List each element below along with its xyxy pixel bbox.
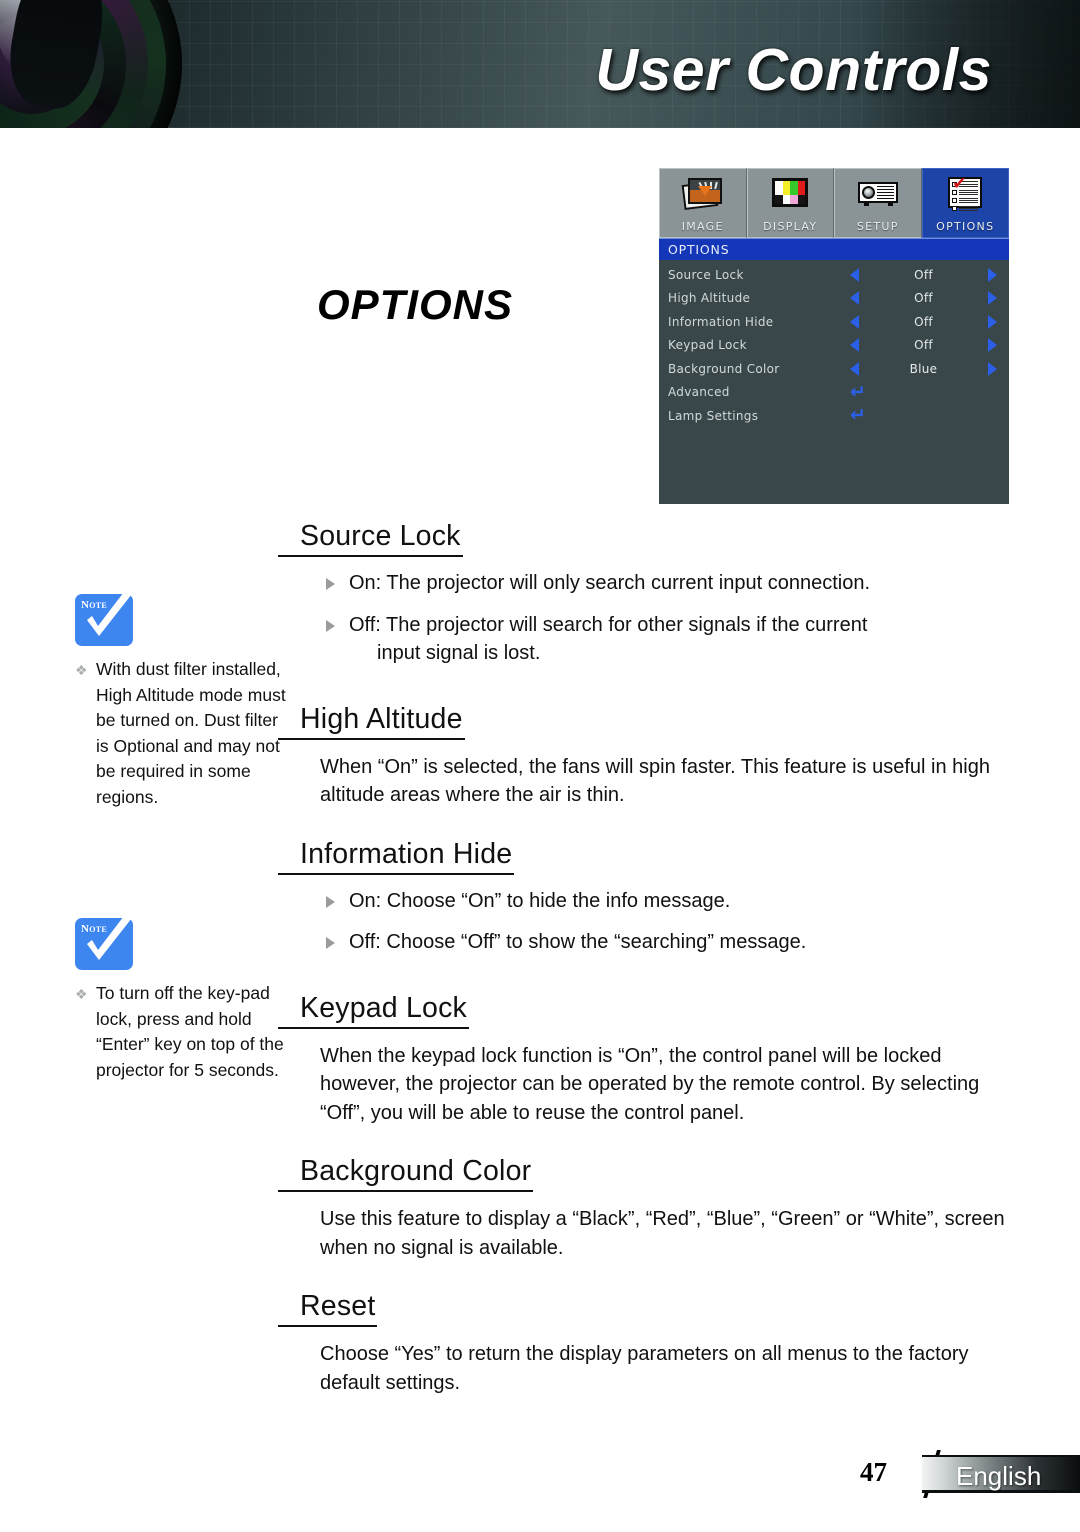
osd-tab-bar: IMAGE DISPLAY SETUP ✔ OPTIONS: [659, 168, 1009, 238]
left-arrow-icon[interactable]: [850, 338, 859, 353]
right-arrow-icon[interactable]: [988, 361, 997, 376]
projector-lens-icon: [0, 0, 182, 128]
section-paragraph: Use this feature to display a “Black”, “…: [320, 1208, 1005, 1259]
section-information-hide: Information Hide On: Choose “On” to hide…: [278, 838, 1010, 957]
right-arrow-icon[interactable]: [988, 338, 997, 353]
section-paragraph: When the keypad lock function is “On”, t…: [320, 1044, 980, 1124]
bullet-text: Off: Choose “Off” to show the “searching…: [349, 931, 807, 953]
note-text: With dust filter installed, High Altitud…: [96, 659, 286, 807]
diamond-bullet-icon: ❖: [75, 986, 88, 1002]
osd-tab-label: SETUP: [856, 220, 899, 233]
page-header: User Controls: [0, 0, 1080, 128]
osd-row-list: Source Lock Off High Altitude Off Inform…: [659, 260, 1009, 428]
note-callout: NOTE ❖ With dust filter installed, High …: [75, 588, 290, 810]
osd-row[interactable]: Source Lock Off: [659, 263, 1009, 287]
note-check-icon: NOTE: [75, 912, 137, 970]
left-arrow-icon[interactable]: [850, 291, 859, 306]
triangle-bullet-icon: [326, 619, 335, 632]
enter-icon[interactable]: ↵: [850, 406, 866, 425]
osd-row[interactable]: High Altitude Off: [659, 287, 1009, 311]
osd-row-value: Blue: [909, 361, 938, 376]
section-source-lock: Source Lock On: The projector will only …: [278, 520, 1010, 668]
osd-row-value: Off: [914, 338, 933, 353]
list-item: On: The projector will only search curre…: [322, 569, 1010, 598]
red-check-icon: ✔: [952, 174, 967, 194]
list-item: Off: Choose “Off” to show the “searching…: [322, 928, 1010, 957]
osd-row[interactable]: Advanced ↵: [659, 381, 1009, 405]
section-heading: Keypad Lock: [278, 992, 469, 1029]
diamond-bullet-icon: ❖: [75, 662, 88, 678]
display-icon: [768, 176, 812, 210]
osd-row-label: High Altitude: [668, 291, 751, 306]
osd-tab-label: IMAGE: [681, 220, 724, 233]
section-background-color: Background Color Use this feature to dis…: [278, 1155, 1010, 1262]
osd-row[interactable]: Background Color Blue: [659, 357, 1009, 381]
right-arrow-icon[interactable]: [988, 314, 997, 329]
section-heading: Information Hide: [278, 838, 515, 875]
note-callout: NOTE ❖ To turn off the key-pad lock, pre…: [75, 912, 290, 1083]
osd-row-label: Source Lock: [668, 267, 744, 282]
section-keypad-lock: Keypad Lock When the keypad lock functio…: [278, 992, 1010, 1128]
bullet-text: On: Choose “On” to hide the info message…: [349, 889, 731, 912]
bullet-list: On: The projector will only search curre…: [300, 569, 1010, 668]
note-check-icon: NOTE: [75, 588, 137, 646]
page-title: OPTIONS: [317, 281, 514, 328]
bullet-text: On: The projector will only search curre…: [349, 572, 871, 594]
osd-tab-label: OPTIONS: [936, 220, 995, 233]
osd-row-label: Background Color: [668, 361, 780, 376]
bullet-text: Off: The projector will search for other…: [349, 613, 868, 636]
section-heading: High Altitude: [278, 703, 465, 740]
right-arrow-icon[interactable]: [988, 291, 997, 306]
osd-row[interactable]: Information Hide Off: [659, 310, 1009, 334]
bullet-list: On: Choose “On” to hide the info message…: [300, 887, 1010, 957]
header-title: User Controls: [595, 37, 992, 103]
osd-row[interactable]: Lamp Settings ↵: [659, 404, 1009, 428]
section-paragraph: When “On” is selected, the fans will spi…: [320, 755, 990, 807]
list-item: On: Choose “On” to hide the info message…: [322, 887, 1010, 916]
bullet-text-continuation: input signal is lost.: [377, 642, 541, 664]
note-text: To turn off the key-pad lock, press and …: [96, 983, 284, 1080]
osd-row-value: Off: [914, 291, 933, 306]
section-reset: Reset Choose “Yes” to return the display…: [278, 1290, 1010, 1397]
setup-icon: [856, 176, 900, 210]
triangle-bullet-icon: [326, 937, 335, 949]
section-high-altitude: High Altitude When “On” is selected, the…: [278, 703, 1010, 810]
page-footer: 47 English: [860, 1450, 1080, 1498]
left-arrow-icon[interactable]: [850, 314, 859, 329]
osd-row-label: Keypad Lock: [668, 338, 747, 353]
page-number: 47: [860, 1457, 887, 1487]
enter-icon[interactable]: ↵: [850, 382, 866, 402]
section-heading: Source Lock: [278, 520, 463, 557]
osd-title-bar: OPTIONS: [659, 238, 1009, 260]
section-heading: Background Color: [278, 1155, 534, 1192]
triangle-bullet-icon: [326, 578, 335, 590]
osd-tab-setup[interactable]: SETUP: [834, 168, 922, 238]
osd-row-value: Off: [914, 314, 933, 329]
section-paragraph: Choose “Yes” to return the display param…: [320, 1343, 969, 1394]
osd-row-value: Off: [914, 267, 933, 282]
note-text-block: ❖ With dust filter installed, High Altit…: [75, 657, 290, 810]
osd-menu: IMAGE DISPLAY SETUP ✔ OPTIONS OPTIONS So…: [659, 168, 1009, 504]
osd-row-label: Information Hide: [668, 314, 774, 329]
image-icon: [681, 176, 725, 210]
note-text-block: ❖ To turn off the key-pad lock, press an…: [75, 981, 290, 1083]
triangle-bullet-icon: [326, 895, 335, 908]
osd-row-label: Advanced: [668, 385, 730, 400]
osd-row[interactable]: Keypad Lock Off: [659, 334, 1009, 358]
footer-language: English: [956, 1461, 1042, 1491]
left-arrow-icon[interactable]: [850, 267, 859, 282]
osd-tab-label: DISPLAY: [763, 220, 818, 233]
section-heading: Reset: [278, 1290, 378, 1327]
main-content: Source Lock On: The projector will only …: [278, 520, 1010, 1399]
right-arrow-icon[interactable]: [988, 267, 997, 282]
osd-tab-image[interactable]: IMAGE: [659, 168, 747, 238]
options-icon: ✔: [943, 174, 987, 212]
left-arrow-icon[interactable]: [850, 361, 859, 376]
osd-tab-display[interactable]: DISPLAY: [746, 168, 834, 238]
osd-row-label: Lamp Settings: [668, 408, 759, 423]
osd-tab-options[interactable]: ✔ OPTIONS: [921, 168, 1009, 238]
list-item: Off: The projector will search for other…: [322, 611, 1010, 668]
